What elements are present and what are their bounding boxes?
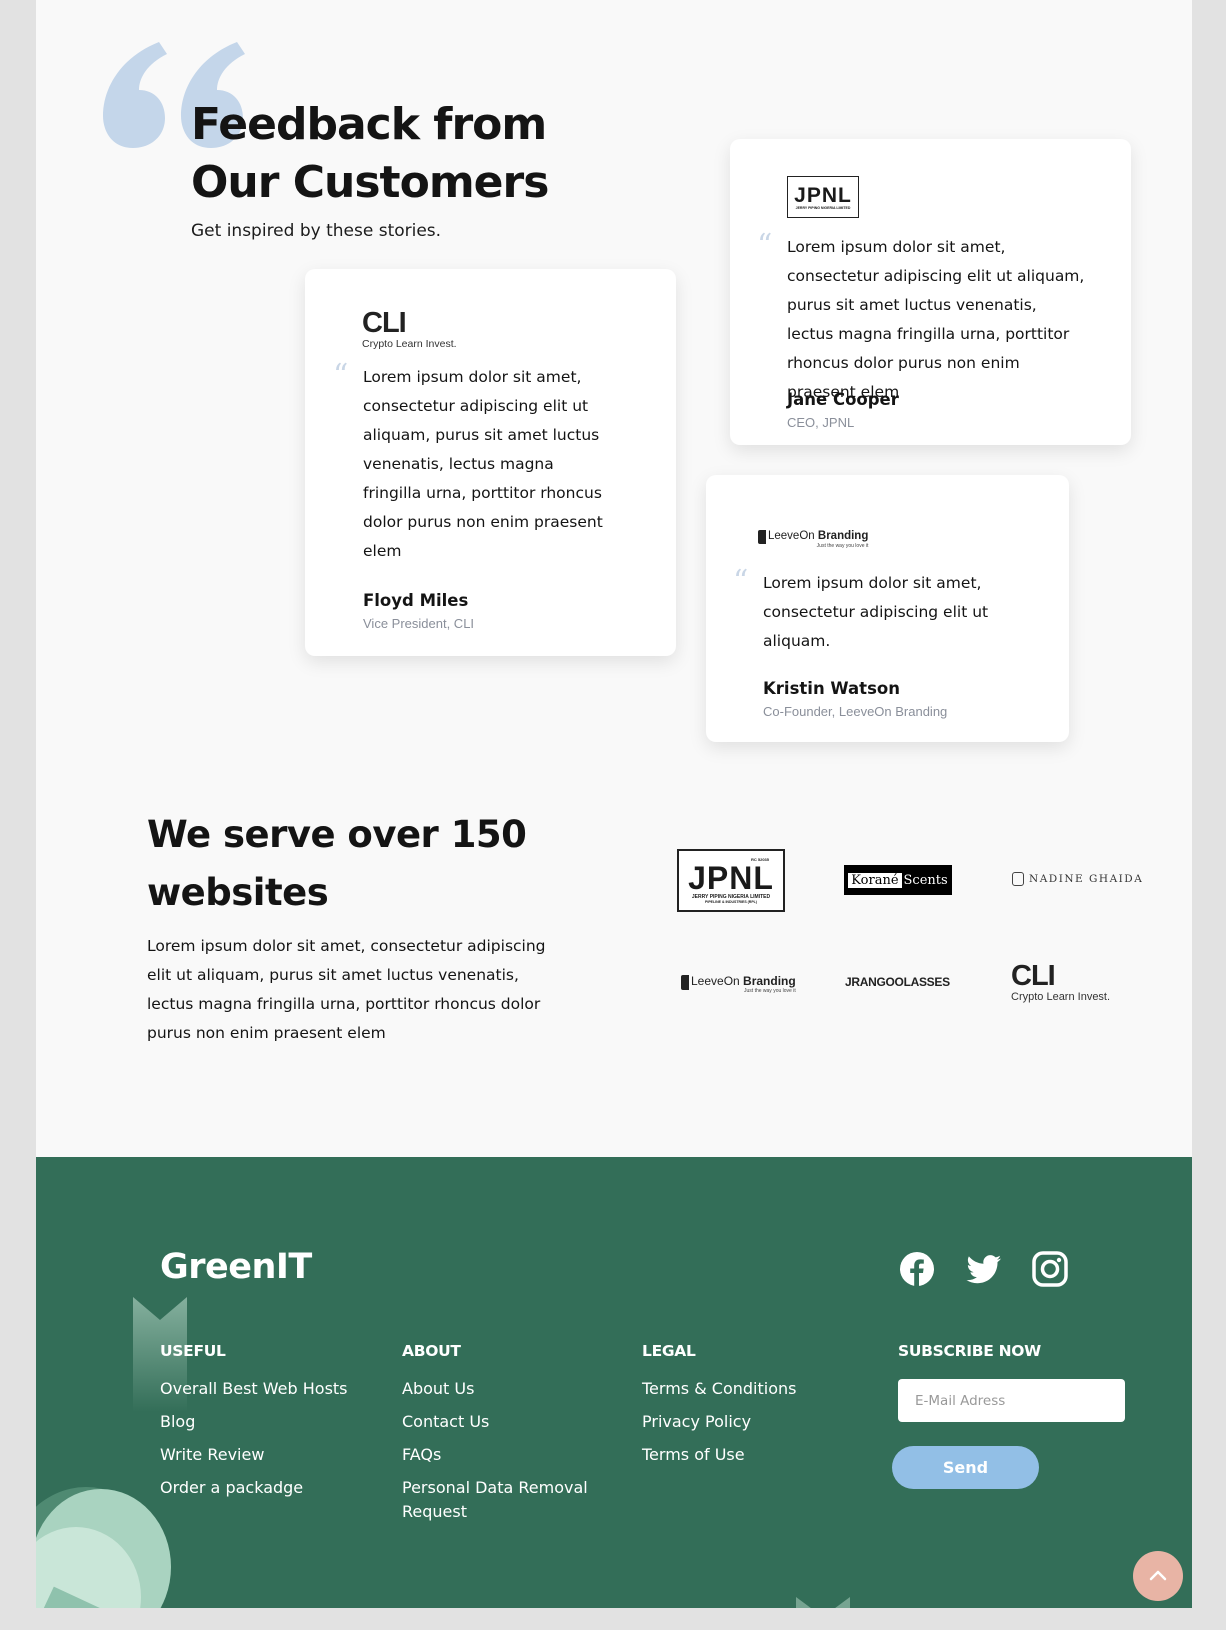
footer-heading-useful: USEFUL [160,1342,226,1360]
footer-link-about-us[interactable]: About Us [402,1377,607,1401]
footer-link-blog[interactable]: Blog [160,1410,348,1434]
page: Feedback from Our Customers Get inspired… [36,0,1192,1608]
footer-link-contact-us[interactable]: Contact Us [402,1410,607,1434]
nadine-mark-icon [1012,872,1024,886]
client-logo-cli: CLI Crypto Learn Invest. [1011,960,1111,1004]
client-logo-korane: Korané Scents [844,865,952,895]
testimonial-name: Floyd Miles [363,591,469,610]
cli-logo: CLI Crypto Learn Invest. [362,307,457,351]
small-quote-icon: “ [733,564,749,599]
footer-link-data-removal[interactable]: Personal Data Removal Request [402,1476,607,1524]
footer-link-terms-of-use[interactable]: Terms of Use [642,1443,796,1467]
testimonials-title: Feedback from Our Customers [191,99,549,208]
footer-links-legal: Terms & Conditions Privacy Policy Terms … [642,1377,796,1476]
instagram-icon[interactable] [1031,1250,1069,1288]
testimonial-role: Co-Founder, LeeveOn Branding [763,704,948,719]
testimonial-card-jane: JPNL JERRY PIPING NIGERIA LIMITED “ Lore… [730,139,1131,445]
testimonial-role: CEO, JPNL [787,415,855,430]
chevron-up-icon [1149,1570,1167,1581]
testimonial-text: Lorem ipsum dolor sit amet, consectetur … [363,368,603,560]
client-logo-jrang-glasses: JRANGOOLASSES [845,975,950,989]
testimonial-name: Kristin Watson [763,679,900,698]
ribbon-decoration-bottom [796,1597,850,1608]
testimonial-name: Jane Cooper [787,390,899,409]
client-logo-nadine-ghaida: NADINE GHAIDA [1012,872,1143,886]
client-logo-jpnl: RC 52035 JPNL JERRY PIPING NIGERIA LIMIT… [677,849,785,912]
leeveon-logo: LeeveOn Branding Just the way you love i… [758,530,868,549]
footer-link-best-web-hosts[interactable]: Overall Best Web Hosts [160,1377,348,1401]
jpnl-logo: JPNL JERRY PIPING NIGERIA LIMITED [787,176,859,218]
email-field[interactable] [898,1379,1125,1422]
serve-text: Lorem ipsum dolor sit amet, consectetur … [147,937,546,1042]
client-logo-leeveon: LeeveOn Branding Just the way you love i… [681,974,796,994]
testimonials-subtitle: Get inspired by these stories. [191,221,442,241]
small-quote-icon: “ [757,228,773,263]
footer-links-about: About Us Contact Us FAQs Personal Data R… [402,1377,607,1533]
footer-link-faqs[interactable]: FAQs [402,1443,607,1467]
testimonial-text: Lorem ipsum dolor sit amet, consectetur … [763,574,989,650]
testimonial-role: Vice President, CLI [363,616,475,631]
footer-heading-legal: LEGAL [642,1342,696,1360]
footer-brand-logo[interactable]: GreenIT [160,1247,312,1287]
send-button[interactable]: Send [892,1446,1039,1489]
testimonial-text: Lorem ipsum dolor sit amet, consectetur … [787,238,1085,401]
footer-link-order-package[interactable]: Order a packadge [160,1476,348,1500]
footer-link-write-review[interactable]: Write Review [160,1443,348,1467]
serve-title: We serve over 150 websites [147,813,527,914]
testimonial-card-floyd: CLI Crypto Learn Invest. “ Lorem ipsum d… [305,269,676,656]
footer-heading-subscribe: SUBSCRIBE NOW [898,1342,1041,1360]
testimonial-card-kristin: LeeveOn Branding Just the way you love i… [706,475,1069,742]
footer-links-useful: Overall Best Web Hosts Blog Write Review… [160,1377,348,1509]
footer-heading-about: ABOUT [402,1342,461,1360]
facebook-icon[interactable] [898,1250,936,1288]
footer-link-terms-conditions[interactable]: Terms & Conditions [642,1377,796,1401]
footer-link-privacy-policy[interactable]: Privacy Policy [642,1410,796,1434]
scroll-to-top-button[interactable] [1133,1551,1183,1601]
small-quote-icon: “ [333,358,349,393]
footer: GreenIT USEFUL Overall Best Web Hosts Bl… [36,1157,1192,1608]
twitter-icon[interactable] [965,1250,1003,1288]
